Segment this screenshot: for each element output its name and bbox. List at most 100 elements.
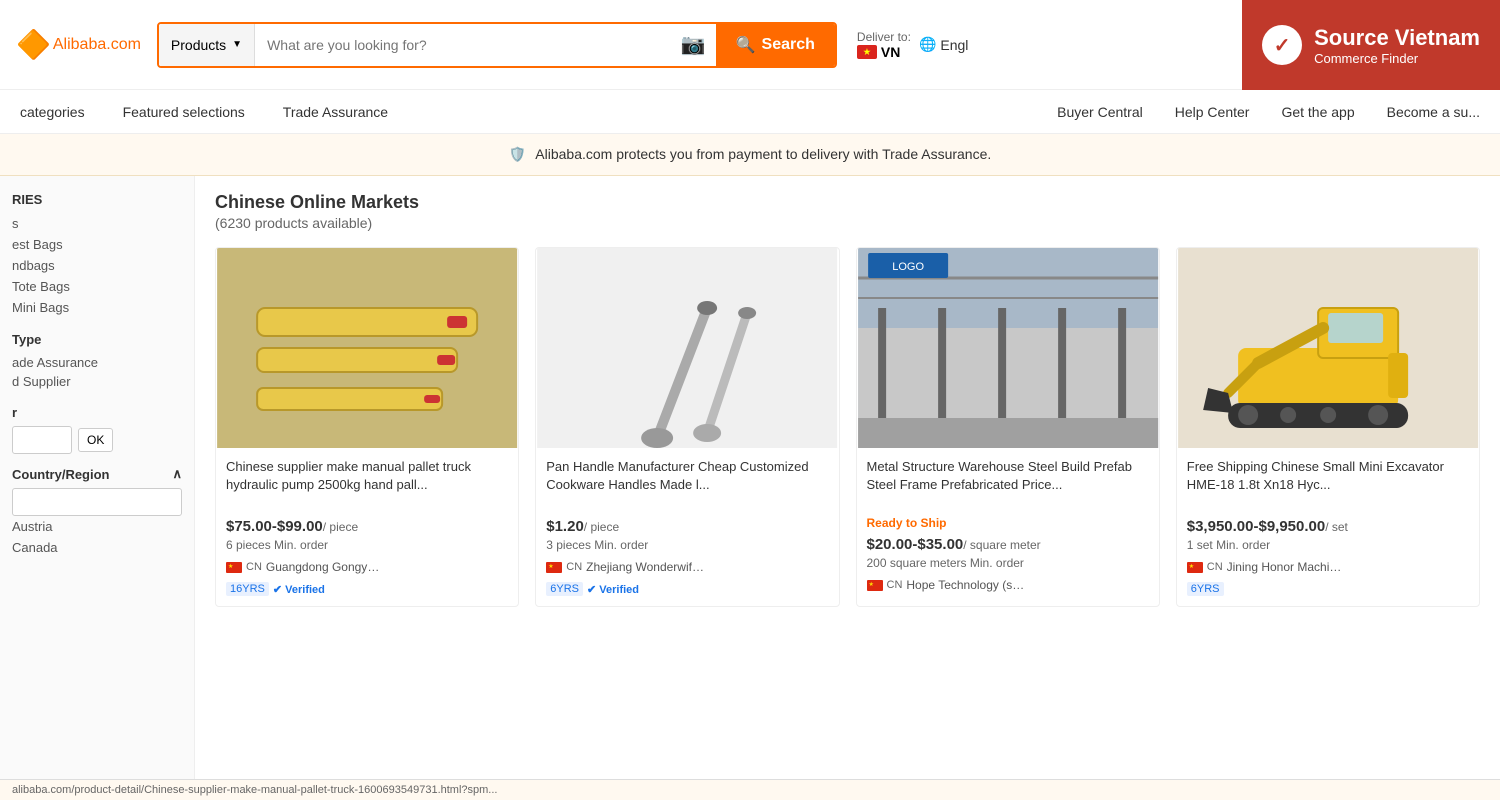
product-card-3[interactable]: LOGO Metal Structure Warehouse Steel Bui… xyxy=(856,247,1160,607)
category-dropdown[interactable]: Products ▼ xyxy=(159,24,255,66)
camera-search-button[interactable]: 📷 xyxy=(671,32,716,57)
supplier-badges-4: 6YRS xyxy=(1187,582,1469,596)
supplier-name-3: Hope Technology (shandong)... xyxy=(906,578,1026,592)
years-badge-1: 16YRS xyxy=(226,582,269,596)
product-card-1[interactable]: Chinese supplier make manual pallet truc… xyxy=(215,247,519,607)
country-collapse-icon[interactable]: ∧ xyxy=(172,466,182,482)
nav-categories[interactable]: categories xyxy=(16,104,89,120)
status-bar-text: alibaba.com/product-detail/Chinese-suppl… xyxy=(12,784,497,796)
product-card-2[interactable]: Pan Handle Manufacturer Cheap Customized… xyxy=(535,247,839,607)
source-vietnam-subtitle: Commerce Finder xyxy=(1314,51,1480,66)
supplier-name-1: Guangdong Gongyou Lift Sling... xyxy=(266,560,386,574)
main-content: RIES s est Bags ndbags Tote Bags Mini Ba… xyxy=(0,176,1500,796)
country-search-input[interactable] xyxy=(12,488,182,516)
cn-label-2: CN xyxy=(566,561,582,573)
cn-flag-icon-4 xyxy=(1187,562,1203,573)
ready-to-ship-badge-3: Ready to Ship xyxy=(867,516,1149,530)
verified-badge-1: ✔ Verified xyxy=(273,583,325,596)
product-price-4: $3,950.00-$9,950.00/ set xyxy=(1187,518,1469,535)
product-price-3: $20.00-$35.00/ square meter xyxy=(867,536,1149,553)
product-min-order-2: 3 pieces Min. order xyxy=(546,538,828,552)
navbar: categories Featured selections Trade Ass… xyxy=(0,90,1500,134)
years-badge-4: 6YRS xyxy=(1187,582,1224,596)
nav-buyer-central[interactable]: Buyer Central xyxy=(1053,104,1147,120)
supplier-name-2: Zhejiang Wonderwife... xyxy=(586,560,706,574)
products-area: Chinese Online Markets (6230 products av… xyxy=(195,176,1500,796)
price-filter-ok-button[interactable]: OK xyxy=(78,428,113,452)
source-vietnam-check-icon: ✓ xyxy=(1262,25,1302,65)
supplier-name-4: Jining Honor Machinery xyxy=(1227,560,1347,574)
search-bar: Products ▼ 📷 🔍 Search xyxy=(157,22,837,68)
supplier-row-2: CN Zhejiang Wonderwife... xyxy=(546,560,828,574)
sidebar-item-best-bags[interactable]: est Bags xyxy=(12,234,182,255)
nav-get-app[interactable]: Get the app xyxy=(1277,104,1358,120)
nav-help-center[interactable]: Help Center xyxy=(1171,104,1254,120)
price-filter-input[interactable] xyxy=(12,426,72,454)
globe-icon: 🌐 xyxy=(919,36,936,53)
filter-trade-assurance[interactable]: ade Assurance xyxy=(12,353,182,372)
trade-assurance-banner: 🛡️ Alibaba.com protects you from payment… xyxy=(0,134,1500,176)
supplier-row-3: CN Hope Technology (shandong)... xyxy=(867,578,1149,592)
product-title-2: Pan Handle Manufacturer Cheap Customized… xyxy=(546,458,828,512)
country-region-header: Country/Region ∧ xyxy=(12,466,182,482)
market-count: (6230 products available) xyxy=(215,215,1480,231)
verified-badge-2: ✔ Verified xyxy=(587,583,639,596)
cn-label-3: CN xyxy=(887,579,903,591)
sidebar-item-handbags[interactable]: ndbags xyxy=(12,255,182,276)
product-image-3: LOGO xyxy=(857,248,1159,448)
source-vietnam-text: Source Vietnam Commerce Finder xyxy=(1314,25,1480,66)
vn-flag-icon xyxy=(857,45,877,59)
product-price-2: $1.20/ piece xyxy=(546,518,828,535)
category-label: Products xyxy=(171,37,226,53)
product-image-4 xyxy=(1177,248,1479,448)
cn-flag-icon-1 xyxy=(226,562,242,573)
sidebar-item-s[interactable]: s xyxy=(12,213,182,234)
country-code: VN xyxy=(881,44,900,60)
sidebar-country-canada[interactable]: Canada xyxy=(12,537,182,558)
categories-section-label: RIES xyxy=(12,192,182,207)
product-title-4: Free Shipping Chinese Small Mini Excavat… xyxy=(1187,458,1469,512)
nav-trade-assurance[interactable]: Trade Assurance xyxy=(279,104,392,120)
ta-banner-text: Alibaba.com protects you from payment to… xyxy=(535,146,991,162)
price-filter-row: OK xyxy=(12,426,182,454)
product-info-2: Pan Handle Manufacturer Cheap Customized… xyxy=(536,448,838,606)
cn-flag-icon-2 xyxy=(546,562,562,573)
deliver-to: Deliver to: VN xyxy=(857,30,911,60)
price-filter-label: r xyxy=(12,405,182,420)
product-min-order-3: 200 square meters Min. order xyxy=(867,556,1149,570)
nav-featured-selections[interactable]: Featured selections xyxy=(119,104,249,120)
cn-flag-icon-3 xyxy=(867,580,883,591)
sidebar: RIES s est Bags ndbags Tote Bags Mini Ba… xyxy=(0,176,195,796)
alibaba-logo-icon: 🔶 xyxy=(16,28,51,61)
header: 🔶 Alibaba.com Products ▼ 📷 🔍 Search Deli… xyxy=(0,0,1500,90)
products-grid: Chinese supplier make manual pallet truc… xyxy=(215,247,1480,607)
shield-icon: 🛡️ xyxy=(509,146,526,162)
product-info-4: Free Shipping Chinese Small Mini Excavat… xyxy=(1177,448,1479,606)
logo[interactable]: 🔶 Alibaba.com xyxy=(16,28,141,61)
market-title: Chinese Online Markets xyxy=(215,192,1480,213)
product-image-1 xyxy=(216,248,518,448)
svg-text:LOGO: LOGO xyxy=(892,261,924,273)
product-image-2 xyxy=(536,248,838,448)
source-vietnam-title: Source Vietnam xyxy=(1314,25,1480,51)
status-bar: alibaba.com/product-detail/Chinese-suppl… xyxy=(0,779,1500,800)
chevron-down-icon: ▼ xyxy=(232,39,242,50)
nav-become-supplier[interactable]: Become a su... xyxy=(1383,104,1484,120)
search-input[interactable] xyxy=(255,24,671,66)
search-button[interactable]: 🔍 Search xyxy=(716,24,835,66)
header-right: Deliver to: VN 🌐 Engl xyxy=(857,30,969,60)
sidebar-item-mini-bags[interactable]: Mini Bags xyxy=(12,297,182,318)
sidebar-item-tote-bags[interactable]: Tote Bags xyxy=(12,276,182,297)
nav-right: Buyer Central Help Center Get the app Be… xyxy=(1053,104,1484,120)
product-price-1: $75.00-$99.00/ piece xyxy=(226,518,508,535)
product-info-3: Metal Structure Warehouse Steel Build Pr… xyxy=(857,448,1159,602)
cn-label-4: CN xyxy=(1207,561,1223,573)
product-card-4[interactable]: Free Shipping Chinese Small Mini Excavat… xyxy=(1176,247,1480,607)
product-title-3: Metal Structure Warehouse Steel Build Pr… xyxy=(867,458,1149,512)
sidebar-country-austria[interactable]: Austria xyxy=(12,516,182,537)
language-selector[interactable]: 🌐 Engl xyxy=(919,36,968,53)
filter-verified-supplier[interactable]: d Supplier xyxy=(12,372,182,391)
source-vietnam-banner[interactable]: ✓ Source Vietnam Commerce Finder xyxy=(1242,0,1500,90)
supplier-row-4: CN Jining Honor Machinery xyxy=(1187,560,1469,574)
language-label: Engl xyxy=(940,37,968,53)
